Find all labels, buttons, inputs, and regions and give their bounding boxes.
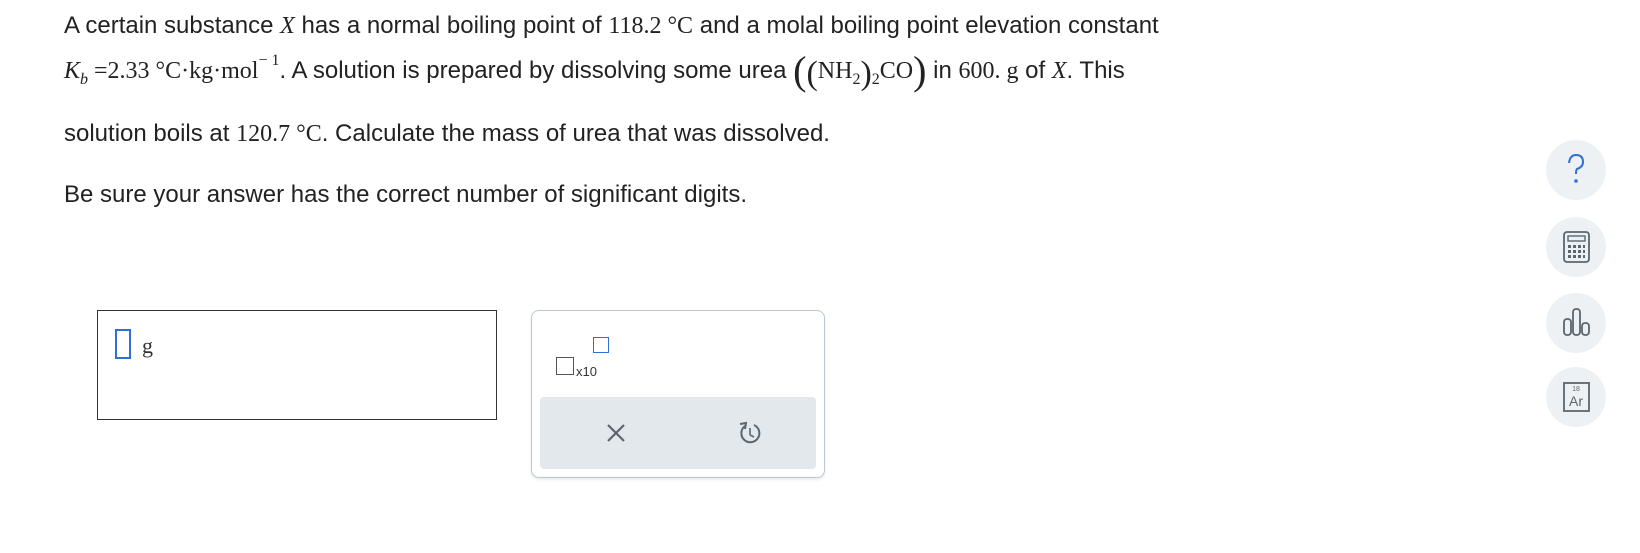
variable-x: X	[280, 13, 295, 39]
help-button[interactable]	[1546, 140, 1606, 200]
question-line-3: solution boils at 120.7 °C. Calculate th…	[64, 120, 830, 148]
answer-input-field[interactable]	[115, 329, 131, 359]
data-chart-button[interactable]	[1546, 293, 1606, 353]
periodic-table-button[interactable]: 18 Ar	[1546, 367, 1606, 427]
question-text-segment: in	[926, 57, 959, 84]
question-line-1: A certain substance X has a normal boili…	[64, 12, 1159, 40]
kb-symbol: K	[64, 58, 81, 84]
kb-subscript: b	[80, 70, 89, 88]
question-text-segment: . This	[1066, 57, 1125, 84]
answer-unit: g	[142, 333, 153, 358]
bar-chart-icon	[1563, 308, 1590, 336]
question-line-2: Kb =2.33 °C·kg·mol− 1. A solution is pre…	[64, 51, 1125, 91]
question-mark-icon	[1568, 153, 1585, 183]
undo-icon	[739, 421, 761, 444]
degree-celsius-unit: °C	[661, 13, 694, 39]
calculator-icon	[1563, 231, 1590, 263]
answer-input-area[interactable]: g	[97, 310, 497, 420]
close-icon	[607, 424, 625, 442]
instruction-text: Be sure your answer has the correct numb…	[64, 181, 747, 208]
question-text-segment: solution boils at	[64, 120, 237, 147]
calculator-button[interactable]	[1546, 217, 1606, 277]
question-text-segment: . Calculate the mass of urea that was di…	[321, 120, 830, 147]
undo-button[interactable]	[732, 415, 768, 451]
periodic-number: 18	[1572, 386, 1580, 393]
formula-paren-open: (	[793, 48, 807, 93]
boiling-point-value: 118.2	[608, 13, 662, 39]
formula-inner-paren-close: )	[860, 55, 872, 92]
answer-tools-panel: x10	[531, 310, 825, 478]
sci-base-box	[556, 357, 574, 375]
solution-boiling-point: 120.7 °C	[236, 121, 322, 147]
solvent-mass: 600. g	[958, 58, 1019, 84]
kb-value: =2.33 °C·kg·mol	[88, 58, 259, 84]
question-text-segment: . A solution is prepared by dissolving s…	[279, 57, 794, 84]
question-text-segment: of	[1018, 57, 1052, 84]
formula-outer-subscript: 2	[871, 70, 880, 88]
kb-exponent: − 1	[258, 52, 280, 69]
clear-button[interactable]	[598, 415, 634, 451]
formula-co: CO	[879, 58, 914, 84]
question-text-segment: has a normal boiling point of	[294, 12, 609, 39]
formula-inner-paren-open: (	[806, 55, 818, 92]
action-bar	[540, 397, 816, 469]
sci-x10-label: x10	[576, 364, 597, 379]
question-text-segment: and a molal boiling point elevation cons…	[693, 12, 1159, 39]
question-text-segment: A certain substance	[64, 12, 281, 39]
periodic-symbol: Ar	[1569, 393, 1583, 409]
variable-x: X	[1051, 58, 1067, 84]
formula-nh: NH	[817, 58, 853, 84]
sci-exponent-box	[593, 337, 609, 353]
scientific-notation-button[interactable]: x10	[556, 337, 616, 379]
formula-paren-close: )	[913, 48, 927, 93]
